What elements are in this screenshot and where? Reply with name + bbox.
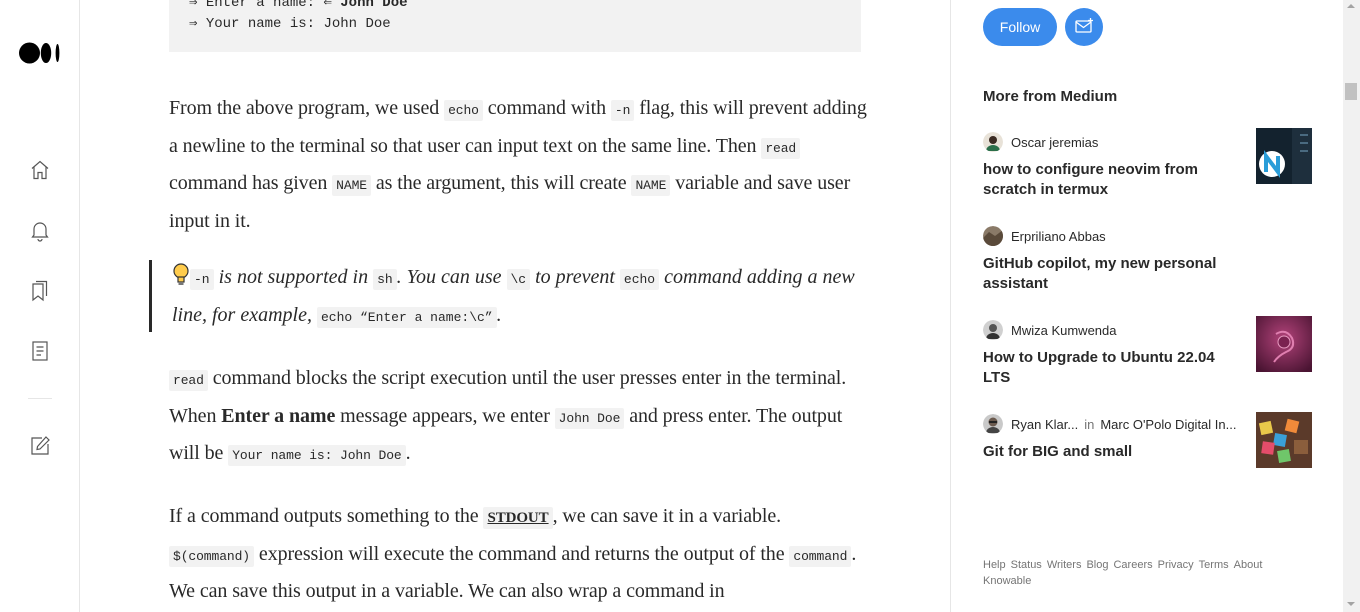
footer-link[interactable]: Status (1011, 559, 1042, 571)
stdout-link[interactable]: STDOUT (483, 507, 553, 529)
page-scrollbar[interactable] (1343, 0, 1360, 612)
story-author[interactable]: Mwiza Kumwenda (983, 320, 1117, 340)
subscribe-mail-icon (1075, 18, 1093, 33)
footer-link[interactable]: Privacy (1158, 559, 1194, 571)
blockquote-text: -n is not supported in sh. You can use \… (172, 260, 872, 335)
bookmarks-icon[interactable] (28, 279, 52, 303)
code-block: ⇒ Enter a name: ⇐ John Doe ⇒ Your name i… (169, 0, 861, 52)
paragraph-1: From the above program, we used echo com… (169, 97, 867, 232)
home-icon[interactable] (28, 158, 52, 182)
story-thumbnail[interactable] (1256, 128, 1312, 184)
author-avatar (983, 226, 1003, 246)
story-title[interactable]: GitHub copilot, my new personal assistan… (983, 254, 1233, 294)
footer-link[interactable]: About (1234, 559, 1263, 571)
story-thumbnail[interactable] (1256, 316, 1312, 372)
story-title[interactable]: Git for BIG and small (983, 442, 1233, 462)
footer-link[interactable]: Blog (1086, 559, 1108, 571)
follow-button[interactable]: Follow (983, 8, 1057, 46)
footer-link[interactable]: Help (983, 559, 1006, 571)
story-title[interactable]: How to Upgrade to Ubuntu 22.04 LTS (983, 348, 1233, 388)
rail-divider (28, 398, 52, 399)
lightbulb-icon (173, 263, 189, 285)
story-publication[interactable]: Marc O'Polo Digital In... (1100, 417, 1236, 432)
story-author[interactable]: Ryan Klar... in Marc O'Polo Digital In... (983, 414, 1236, 434)
bell-icon[interactable] (28, 218, 52, 242)
story-author[interactable]: Erpriliano Abbas (983, 226, 1106, 246)
write-icon[interactable] (28, 434, 52, 458)
story-title[interactable]: how to configure neovim from scratch in … (983, 160, 1233, 200)
scroll-up-icon[interactable] (1347, 4, 1355, 8)
scrollbar-thumb[interactable] (1345, 83, 1357, 100)
code-line-2: ⇒ Your name is: John Doe (189, 16, 391, 32)
author-avatar (983, 414, 1003, 434)
paragraph-3: If a command outputs something to the ST… (169, 505, 857, 602)
footer-link[interactable]: Careers (1113, 559, 1152, 571)
subscribe-button[interactable] (1065, 8, 1103, 46)
right-sidebar: Follow More from Medium Oscar jeremias h… (950, 0, 1344, 612)
article-body: ⇒ Enter a name: ⇐ John Doe ⇒ Your name i… (80, 0, 949, 612)
code-line-1: ⇒ Enter a name: ⇐ John Doe (189, 0, 408, 11)
stories-icon[interactable] (28, 339, 52, 363)
author-avatar (983, 132, 1003, 152)
author-avatar (983, 320, 1003, 340)
blockquote: -n is not supported in sh. You can use \… (149, 260, 872, 332)
story-author[interactable]: Oscar jeremias (983, 132, 1098, 152)
more-from-medium-heading: More from Medium (983, 88, 1118, 105)
scroll-down-icon[interactable] (1347, 602, 1355, 606)
paragraph-2: read command blocks the script execution… (169, 367, 847, 466)
sidebar-footer: Help Status Writers Blog Careers Privacy Terms… (983, 557, 1293, 589)
story-thumbnail[interactable] (1256, 412, 1312, 468)
left-rail (0, 0, 80, 612)
footer-link[interactable]: Writers (1047, 559, 1082, 571)
footer-link[interactable]: Knowable (983, 575, 1031, 587)
medium-logo-icon[interactable] (19, 42, 61, 64)
footer-link[interactable]: Terms (1199, 559, 1229, 571)
